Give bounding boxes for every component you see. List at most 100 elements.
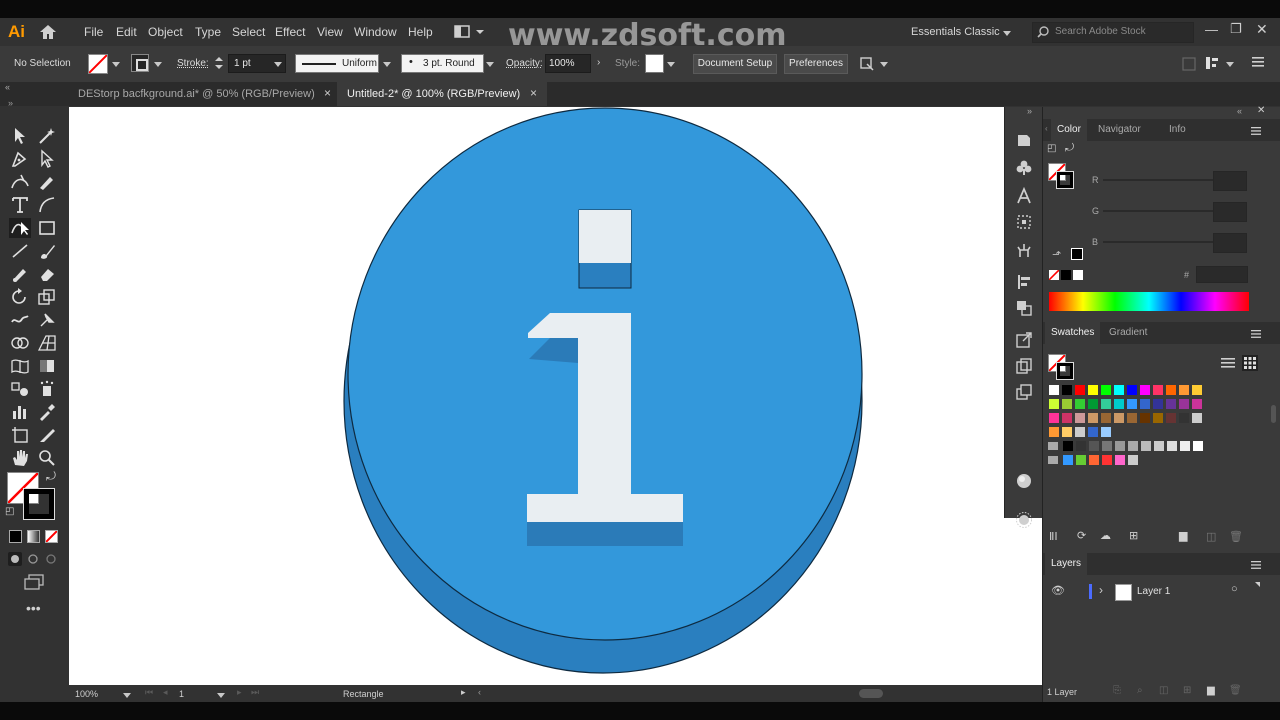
- color-swatch[interactable]: [1101, 454, 1113, 466]
- edit-toolbar-icon[interactable]: •••: [26, 600, 41, 616]
- make-clipping-mask-icon[interactable]: ◫: [1159, 685, 1168, 696]
- puppet-warp-tool-icon[interactable]: [36, 310, 58, 330]
- color-swatch[interactable]: [1100, 412, 1112, 424]
- color-swatch[interactable]: [1153, 440, 1165, 452]
- color-panel-menu-icon[interactable]: [1251, 126, 1261, 138]
- restore-window-icon[interactable]: ❐: [1230, 21, 1242, 37]
- channel-r-slider[interactable]: [1103, 179, 1221, 181]
- color-swatch[interactable]: [1139, 398, 1151, 410]
- line-segment-tool-icon[interactable]: [9, 241, 31, 261]
- panel-collapse-double-chevron-icon[interactable]: «: [5, 82, 10, 92]
- info-icon-artwork[interactable]: [69, 107, 1004, 685]
- artboard-canvas[interactable]: www.zdsoft.com: [69, 107, 1004, 685]
- preferences-button[interactable]: Preferences: [784, 54, 848, 74]
- color-swatch[interactable]: [1048, 412, 1060, 424]
- isolate-selection-icon[interactable]: [859, 56, 875, 75]
- pen-tool-icon[interactable]: [9, 149, 31, 169]
- new-layer-icon[interactable]: ▆: [1207, 685, 1215, 696]
- menu-window[interactable]: Window: [354, 25, 397, 39]
- transform-panel-icon[interactable]: [1015, 213, 1033, 231]
- color-swatch[interactable]: [1165, 384, 1177, 396]
- tab-untitled-2[interactable]: Untitled-2* @ 100% (RGB/Preview): [337, 82, 547, 106]
- color-swatch[interactable]: [1088, 440, 1100, 452]
- eyedropper-tool-icon[interactable]: [36, 402, 58, 422]
- color-swatch[interactable]: [1074, 412, 1086, 424]
- perspective-grid-tool-icon[interactable]: [36, 333, 58, 353]
- paintbrush-tool-icon[interactable]: [36, 241, 58, 261]
- color-swatch[interactable]: [1087, 398, 1099, 410]
- collapse-panels-icon[interactable]: «: [1237, 106, 1242, 116]
- stroke-swatch[interactable]: [131, 54, 149, 72]
- channel-b-slider[interactable]: [1103, 241, 1221, 243]
- menu-edit[interactable]: Edit: [116, 25, 137, 39]
- white-color-button[interactable]: [1073, 270, 1083, 280]
- tab-destorp-background[interactable]: DEStorp bacfkground.ai* @ 50% (RGB/Previ…: [68, 82, 338, 106]
- type-tool-icon[interactable]: [9, 195, 31, 215]
- color-swatch[interactable]: [1113, 398, 1125, 410]
- artboard-tool-icon[interactable]: [9, 425, 31, 445]
- last-color-swatch[interactable]: [1071, 248, 1083, 260]
- color-panel-stroke-swatch[interactable]: [1056, 171, 1074, 189]
- default-fill-stroke-icon[interactable]: ◰: [5, 506, 14, 517]
- cloud-libraries-icon[interactable]: ☁: [1100, 529, 1111, 542]
- document-setup-button[interactable]: Document Setup: [693, 54, 777, 74]
- rectangle-tool-icon[interactable]: [36, 218, 58, 238]
- symbols-panel-icon[interactable]: [1015, 159, 1033, 177]
- hex-field[interactable]: [1196, 266, 1248, 283]
- swap-fill-stroke-icon[interactable]: ⤾: [46, 469, 56, 484]
- zoom-tool-icon[interactable]: [36, 448, 58, 468]
- direct-selection-tool-icon[interactable]: [36, 149, 58, 169]
- stock-search-box[interactable]: Search Adobe Stock: [1032, 22, 1194, 43]
- grid-view-icon[interactable]: [1242, 355, 1258, 371]
- stroke-color-swatch[interactable]: [23, 488, 55, 520]
- color-mode-button[interactable]: [9, 530, 22, 543]
- shaper-tool-icon[interactable]: [9, 218, 31, 238]
- blob-brush-tool-icon[interactable]: [9, 264, 31, 284]
- color-swatch[interactable]: [1127, 440, 1139, 452]
- close-tab-destorp-icon[interactable]: ×: [324, 86, 331, 100]
- color-swatch[interactable]: [1075, 440, 1087, 452]
- shape-builder-tool-icon[interactable]: [9, 333, 31, 353]
- status-back-arrow-icon[interactable]: ‹: [478, 687, 481, 697]
- color-swatch[interactable]: [1178, 384, 1190, 396]
- color-swatch[interactable]: [1178, 412, 1190, 424]
- workspace-switcher[interactable]: Essentials Classic: [911, 26, 1000, 38]
- graphic-style-swatch[interactable]: [645, 54, 664, 73]
- style-chevron-down-icon[interactable]: [667, 62, 675, 67]
- swatch-options-icon[interactable]: ⊞: [1129, 529, 1138, 542]
- color-swatch[interactable]: [1191, 412, 1203, 424]
- minimize-window-icon[interactable]: —: [1205, 22, 1218, 37]
- color-swatch[interactable]: [1126, 398, 1138, 410]
- gradient-tool-icon[interactable]: [36, 356, 58, 376]
- close-panels-icon[interactable]: ✕: [1257, 105, 1265, 116]
- black-color-button[interactable]: [1061, 270, 1071, 280]
- color-spectrum-bar[interactable]: [1049, 292, 1249, 311]
- column-graph-tool-icon[interactable]: [9, 402, 31, 422]
- color-swatch[interactable]: [1126, 384, 1138, 396]
- close-tab-untitled-icon[interactable]: ×: [530, 86, 537, 100]
- libraries-panel-icon[interactable]: [1015, 131, 1033, 149]
- layer-row[interactable]: 👁 › Layer 1 ○: [1043, 582, 1280, 602]
- color-swatch[interactable]: [1139, 412, 1151, 424]
- new-swatch-icon[interactable]: ◫: [1206, 530, 1216, 543]
- locate-object-icon[interactable]: ⌕: [1137, 685, 1143, 696]
- color-swatch[interactable]: [1100, 426, 1112, 438]
- warp-tool-icon[interactable]: [9, 310, 31, 330]
- eraser-tool-icon[interactable]: [36, 264, 58, 284]
- arrange-documents-icon[interactable]: [454, 25, 484, 42]
- menu-select[interactable]: Select: [232, 25, 265, 39]
- menu-help[interactable]: Help: [408, 25, 433, 39]
- previous-artboard-icon[interactable]: ◂: [163, 687, 168, 698]
- curvature-tool-icon[interactable]: [9, 172, 31, 192]
- tab-gradient[interactable]: Gradient: [1103, 322, 1153, 344]
- next-artboard-icon[interactable]: ▸: [237, 687, 242, 698]
- color-swatch[interactable]: [1114, 440, 1126, 452]
- first-artboard-icon[interactable]: ⏮: [145, 687, 153, 698]
- none-mode-button[interactable]: [45, 530, 58, 543]
- dot-rectangle[interactable]: [579, 210, 631, 263]
- channel-r-field[interactable]: [1213, 171, 1247, 191]
- color-swatch[interactable]: [1127, 454, 1139, 466]
- horizontal-scrollbar-thumb[interactable]: [859, 689, 883, 698]
- color-swatch[interactable]: [1087, 426, 1099, 438]
- swatches-stroke-swatch[interactable]: [1056, 362, 1074, 380]
